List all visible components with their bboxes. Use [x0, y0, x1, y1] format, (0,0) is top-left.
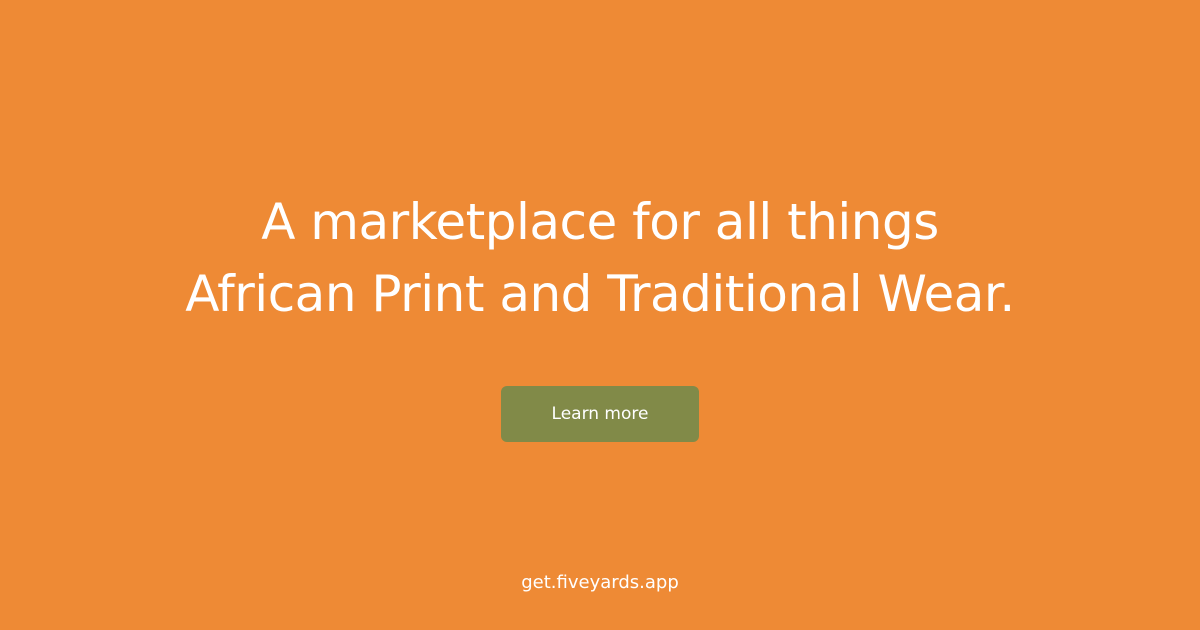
learn-more-button[interactable]: Learn more — [501, 386, 699, 442]
headline-line-1: A marketplace for all things — [261, 193, 939, 251]
headline-line-2: African Print and Traditional Wear. — [185, 265, 1015, 323]
site-url-link[interactable]: get.fiveyards.app — [0, 571, 1200, 595]
headline: A marketplace for all things African Pri… — [0, 186, 1200, 330]
